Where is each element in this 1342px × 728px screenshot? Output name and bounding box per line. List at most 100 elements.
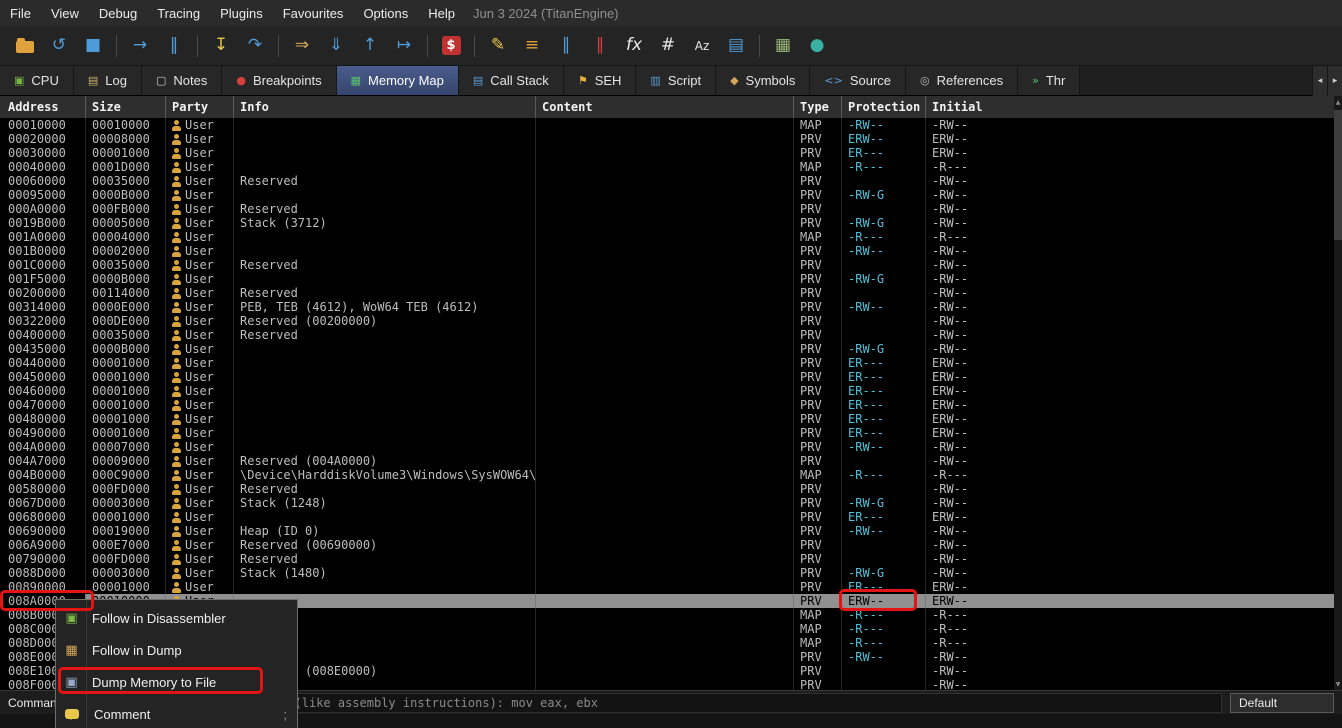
cell-party[interactable]: User — [166, 132, 234, 146]
cell-initial[interactable]: ERW-- — [926, 146, 1342, 160]
run-to-user-code-button[interactable]: ↦ — [389, 32, 419, 60]
cell-content[interactable] — [536, 664, 794, 678]
cell-initial[interactable]: ERW-- — [926, 580, 1342, 594]
cell-protection[interactable] — [842, 482, 926, 496]
menu-help[interactable]: Help — [418, 0, 465, 26]
cell-initial[interactable]: -RW-- — [926, 244, 1342, 258]
cell-content[interactable] — [536, 314, 794, 328]
tab-source[interactable]: <>Source — [810, 66, 906, 95]
cell-size[interactable]: 00003000 — [86, 496, 166, 510]
cell-party[interactable]: User — [166, 496, 234, 510]
cell-address[interactable]: 00095000 — [0, 188, 86, 202]
cell-size[interactable]: 00001000 — [86, 356, 166, 370]
cell-content[interactable] — [536, 412, 794, 426]
cell-initial[interactable]: -RW-- — [926, 174, 1342, 188]
cell-type[interactable]: PRV — [794, 328, 842, 342]
cell-protection[interactable]: -RW-G — [842, 272, 926, 286]
cell-party[interactable]: User — [166, 356, 234, 370]
cell-address[interactable]: 00060000 — [0, 174, 86, 188]
follow-in-disassembler-menu-item[interactable]: ▣Follow in Disassembler — [56, 602, 297, 634]
cell-info[interactable] — [234, 230, 536, 244]
cell-type[interactable]: PRV — [794, 398, 842, 412]
cell-protection[interactable]: -R--- — [842, 622, 926, 636]
cell-size[interactable]: 0000B000 — [86, 342, 166, 356]
cell-address[interactable]: 00020000 — [0, 132, 86, 146]
cell-size[interactable]: 00010000 — [86, 118, 166, 132]
cell-content[interactable] — [536, 132, 794, 146]
memory-map-row[interactable]: 0088D00000003000UserStack (1480)PRV-RW-G… — [0, 566, 1342, 580]
cell-size[interactable]: 000FB000 — [86, 202, 166, 216]
step-down-button[interactable]: ⇓ — [321, 32, 351, 60]
cell-protection[interactable]: -RW-- — [842, 440, 926, 454]
cell-content[interactable] — [536, 188, 794, 202]
memory-map-row[interactable]: 00580000000FD000UserReservedPRV-RW-- — [0, 482, 1342, 496]
cell-initial[interactable]: -RW-- — [926, 678, 1342, 690]
cell-type[interactable]: PRV — [794, 580, 842, 594]
memory-map-row[interactable]: 001A000000004000UserMAP-R----R--- — [0, 230, 1342, 244]
cell-protection[interactable] — [842, 202, 926, 216]
cell-initial[interactable]: ERW-- — [926, 384, 1342, 398]
cell-content[interactable] — [536, 594, 794, 608]
cell-type[interactable]: PRV — [794, 552, 842, 566]
cell-info[interactable]: Reserved — [234, 258, 536, 272]
cell-type[interactable]: PRV — [794, 146, 842, 160]
cell-party[interactable]: User — [166, 538, 234, 552]
cell-address[interactable]: 004A0000 — [0, 440, 86, 454]
cell-info[interactable]: Reserved (00690000) — [234, 538, 536, 552]
cell-content[interactable] — [536, 650, 794, 664]
menu-options[interactable]: Options — [353, 0, 418, 26]
cell-content[interactable] — [536, 622, 794, 636]
cell-size[interactable]: 000FD000 — [86, 552, 166, 566]
memory-map-row[interactable]: 001B000000002000UserPRV-RW---RW-- — [0, 244, 1342, 258]
cell-type[interactable]: PRV — [794, 482, 842, 496]
cell-size[interactable]: 000FD000 — [86, 482, 166, 496]
column-header-size[interactable]: Size — [86, 96, 166, 118]
cell-size[interactable]: 00001000 — [86, 426, 166, 440]
cell-party[interactable]: User — [166, 440, 234, 454]
cell-party[interactable]: User — [166, 314, 234, 328]
scroll-up-button[interactable] — [1334, 96, 1342, 108]
cell-party[interactable]: User — [166, 286, 234, 300]
tab-scroll-left-button[interactable] — [1312, 66, 1327, 96]
cell-party[interactable]: User — [166, 370, 234, 384]
cell-protection[interactable]: -R--- — [842, 608, 926, 622]
cell-size[interactable]: 00001000 — [86, 370, 166, 384]
cell-initial[interactable]: -RW-- — [926, 216, 1342, 230]
cell-content[interactable] — [536, 300, 794, 314]
cell-protection[interactable] — [842, 174, 926, 188]
cell-size[interactable]: 00001000 — [86, 510, 166, 524]
patches-button[interactable]: ≡ — [517, 32, 547, 60]
cell-protection[interactable]: -RW-- — [842, 244, 926, 258]
step-over-button[interactable]: ↷ — [240, 32, 270, 60]
cell-address[interactable]: 006A9000 — [0, 538, 86, 552]
cell-content[interactable] — [536, 160, 794, 174]
cell-content[interactable] — [536, 608, 794, 622]
cell-initial[interactable]: -RW-- — [926, 482, 1342, 496]
menu-debug[interactable]: Debug — [89, 0, 147, 26]
animate-button[interactable]: ⇒ — [287, 32, 317, 60]
cell-initial[interactable]: -RW-- — [926, 118, 1342, 132]
cell-size[interactable]: 00001000 — [86, 146, 166, 160]
cell-address[interactable]: 00322000 — [0, 314, 86, 328]
tab-script[interactable]: ▥Script — [636, 66, 716, 95]
cell-address[interactable]: 00030000 — [0, 146, 86, 160]
cell-content[interactable] — [536, 118, 794, 132]
cell-content[interactable] — [536, 202, 794, 216]
cell-initial[interactable]: -R--- — [926, 230, 1342, 244]
functions-button[interactable]: fx — [619, 32, 649, 60]
cell-type[interactable]: PRV — [794, 426, 842, 440]
cell-size[interactable]: 0001D000 — [86, 160, 166, 174]
cell-initial[interactable]: -RW-- — [926, 496, 1342, 510]
tab-notes[interactable]: ▢Notes — [142, 66, 222, 95]
cell-content[interactable] — [536, 580, 794, 594]
cell-protection[interactable]: -RW-G — [842, 188, 926, 202]
cell-protection[interactable]: -R--- — [842, 160, 926, 174]
cell-party[interactable]: User — [166, 412, 234, 426]
cell-initial[interactable]: ERW-- — [926, 356, 1342, 370]
cell-size[interactable]: 000E7000 — [86, 538, 166, 552]
follow-in-dump-menu-item[interactable]: ▦Follow in Dump — [56, 634, 297, 666]
cell-content[interactable] — [536, 440, 794, 454]
cell-type[interactable]: MAP — [794, 160, 842, 174]
cell-info[interactable]: Heap (ID 0) — [234, 524, 536, 538]
cell-info[interactable]: Reserved (00200000) — [234, 314, 536, 328]
